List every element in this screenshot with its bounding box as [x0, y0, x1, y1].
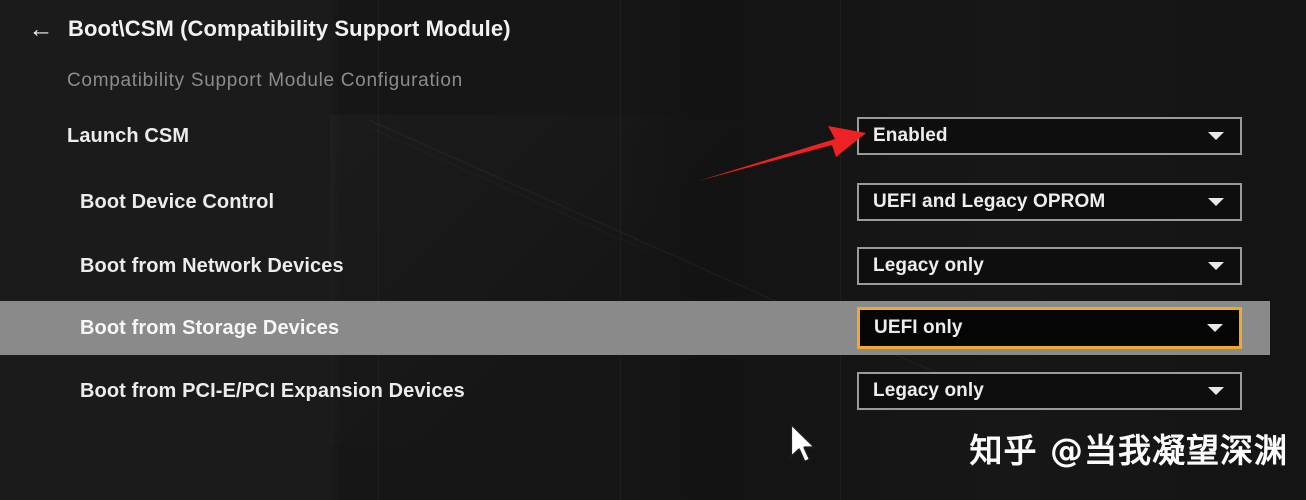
bios-settings-screen: ← Boot\CSM (Compatibility Support Module…	[0, 0, 1306, 500]
setting-label: Boot from Storage Devices	[80, 316, 340, 339]
page-subtitle: Compatibility Support Module Configurati…	[67, 70, 463, 91]
watermark-text: 知乎 @当我凝望深渊	[969, 431, 1288, 470]
setting-row[interactable]: Launch CSM Enabled	[0, 109, 1306, 163]
setting-label: Boot from PCI-E/PCI Expansion Devices	[80, 379, 465, 402]
setting-label: Launch CSM	[67, 124, 190, 147]
dropdown-selected-value: Enabled	[873, 125, 948, 146]
chevron-down-icon[interactable]	[1208, 132, 1224, 140]
setting-label: Boot Device Control	[80, 190, 275, 213]
dropdown-selected-value: Legacy only	[873, 255, 984, 276]
page-header: ← Boot\CSM (Compatibility Support Module…	[28, 16, 511, 42]
chevron-down-icon[interactable]	[1208, 262, 1224, 270]
chevron-down-icon[interactable]	[1208, 387, 1224, 395]
chevron-down-icon[interactable]	[1208, 198, 1224, 206]
dropdown-selected-value: Legacy only	[873, 380, 984, 401]
setting-label: Boot from Network Devices	[80, 254, 344, 277]
setting-dropdown[interactable]: Legacy only	[857, 372, 1242, 410]
setting-dropdown[interactable]: Enabled	[857, 117, 1242, 155]
setting-row[interactable]: Boot from PCI-E/PCI Expansion Devices Leg…	[0, 364, 1306, 418]
dropdown-selected-value: UEFI only	[874, 317, 963, 338]
setting-row[interactable]: Boot Device Control UEFI and Legacy OPROM	[0, 175, 1306, 229]
back-arrow-icon[interactable]: ←	[28, 16, 54, 42]
setting-dropdown[interactable]: Legacy only	[857, 247, 1242, 285]
dropdown-selected-value: UEFI and Legacy OPROM	[873, 191, 1106, 212]
setting-row[interactable]: Boot from Network Devices Legacy only	[0, 239, 1306, 293]
setting-dropdown[interactable]: UEFI only	[857, 307, 1242, 349]
page-title: Boot\CSM (Compatibility Support Module)	[68, 16, 511, 41]
chevron-down-icon[interactable]	[1207, 324, 1223, 332]
setting-row[interactable]: Boot from Storage Devices UEFI only	[0, 301, 1306, 355]
setting-dropdown[interactable]: UEFI and Legacy OPROM	[857, 183, 1242, 221]
